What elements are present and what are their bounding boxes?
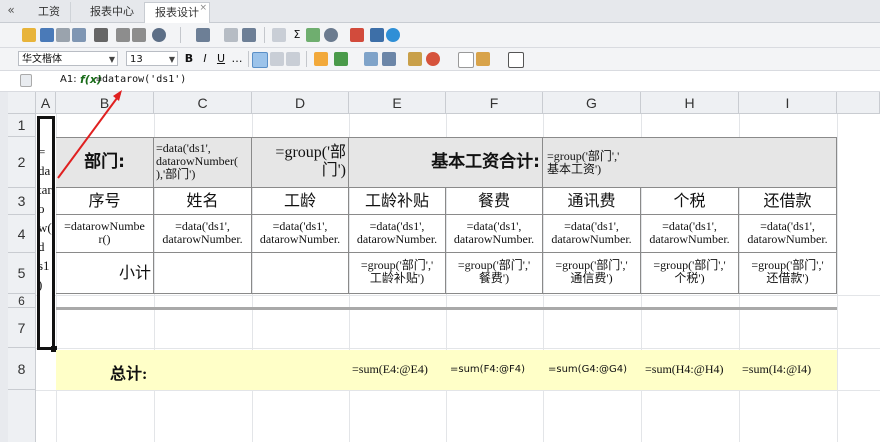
annotation-arrow [57, 90, 122, 179]
spreadsheet[interactable]: A B C D E F G H I 1 2 3 4 5 6 7 8 部门: =d… [0, 90, 880, 442]
